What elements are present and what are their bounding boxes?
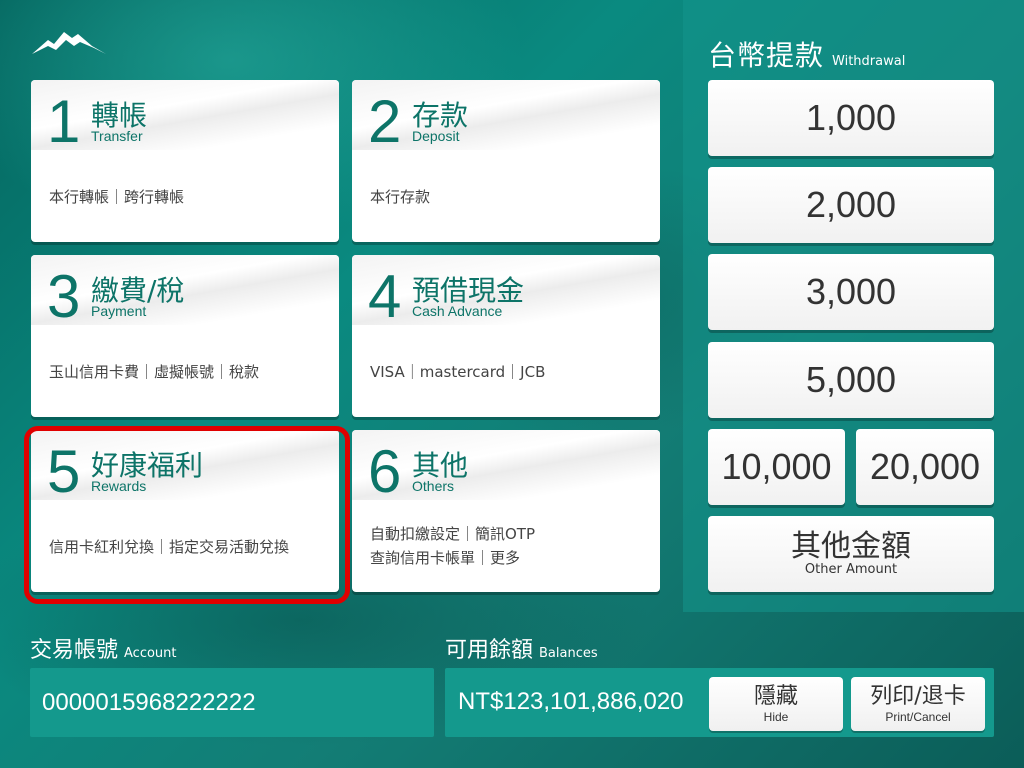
menu-description: VISA｜mastercard｜JCB — [370, 363, 546, 381]
menu-number: 2 — [368, 88, 402, 155]
balance-value: NT$123,101,886,020 — [458, 688, 684, 715]
menu-number: 6 — [368, 438, 402, 505]
menu-card-rewards[interactable]: 5 好康福利 Rewards 信用卡紅利兌換｜指定交易活動兌換 — [31, 430, 339, 592]
menu-title-en: Payment — [91, 303, 147, 319]
amount-button-2000[interactable]: 2,000 — [708, 167, 994, 243]
menu-card-cash-advance[interactable]: 4 預借現金 Cash Advance VISA｜mastercard｜JCB — [352, 255, 660, 417]
print-cancel-button-label: 列印/退卡 — [870, 684, 966, 709]
print-cancel-button-label-en: Print/Cancel — [885, 710, 951, 724]
amount-button-1000[interactable]: 1,000 — [708, 80, 994, 156]
other-amount-label: 其他金額 — [791, 529, 911, 564]
balance-label-zh: 可用餘額 — [445, 638, 534, 663]
menu-title-en: Rewards — [91, 478, 147, 494]
menu-description: 自動扣繳設定｜簡訊OTP 查詢信用卡帳單｜更多 — [370, 522, 535, 570]
account-label: 交易帳號 Account — [30, 632, 177, 664]
menu-card-deposit[interactable]: 2 存款 Deposit 本行存款 — [352, 80, 660, 242]
account-label-en: Account — [124, 646, 177, 661]
menu-description: 信用卡紅利兌換｜指定交易活動兌換 — [49, 538, 290, 556]
hide-button-label-en: Hide — [763, 710, 789, 724]
amount-button-10000[interactable]: 10,000 — [708, 429, 845, 505]
menu-description-line: 查詢信用卡帳單｜更多 — [370, 549, 521, 567]
menu-description: 玉山信用卡費｜虛擬帳號｜稅款 — [49, 363, 260, 381]
menu-number: 5 — [47, 438, 81, 505]
mountain-logo-icon — [32, 32, 106, 54]
account-label-zh: 交易帳號 — [30, 638, 119, 663]
amount-button-20000[interactable]: 20,000 — [856, 429, 994, 505]
menu-description-line: 自動扣繳設定｜簡訊OTP — [370, 525, 536, 543]
menu-title-en: Cash Advance — [412, 303, 503, 319]
balance-label: 可用餘額 Balances — [445, 632, 598, 664]
amount-button-5000[interactable]: 5,000 — [708, 342, 994, 418]
withdrawal-title-zh: 台幣提款 — [708, 39, 825, 72]
menu-card-payment[interactable]: 3 繳費/稅 Payment 玉山信用卡費｜虛擬帳號｜稅款 — [31, 255, 339, 417]
amount-button-3000[interactable]: 3,000 — [708, 254, 994, 330]
menu-number: 1 — [47, 88, 81, 155]
menu-description: 本行存款 — [370, 188, 431, 206]
print-cancel-button[interactable]: 列印/退卡 Print/Cancel — [851, 677, 985, 731]
other-amount-label-en: Other Amount — [804, 562, 898, 577]
other-amount-button[interactable]: 其他金額 Other Amount — [708, 516, 994, 592]
menu-number: 4 — [368, 263, 402, 330]
hide-button-label: 隱藏 — [753, 684, 798, 709]
menu-card-others[interactable]: 6 其他 Others 自動扣繳設定｜簡訊OTP 查詢信用卡帳單｜更多 — [352, 430, 660, 592]
menu-description: 本行轉帳｜跨行轉帳 — [49, 188, 185, 206]
menu-title-en: Deposit — [412, 128, 460, 144]
withdrawal-title-en: Withdrawal — [832, 54, 906, 69]
menu-card-transfer[interactable]: 1 轉帳 Transfer 本行轉帳｜跨行轉帳 — [31, 80, 339, 242]
menu-title-en: Others — [412, 478, 455, 494]
balance-label-en: Balances — [539, 646, 598, 661]
menu-title-en: Transfer — [91, 128, 143, 144]
withdrawal-title: 台幣提款 Withdrawal — [708, 34, 905, 74]
account-number: 0000015968222222 — [30, 668, 434, 737]
menu-number: 3 — [47, 263, 81, 330]
hide-button[interactable]: 隱藏 Hide — [709, 677, 843, 731]
